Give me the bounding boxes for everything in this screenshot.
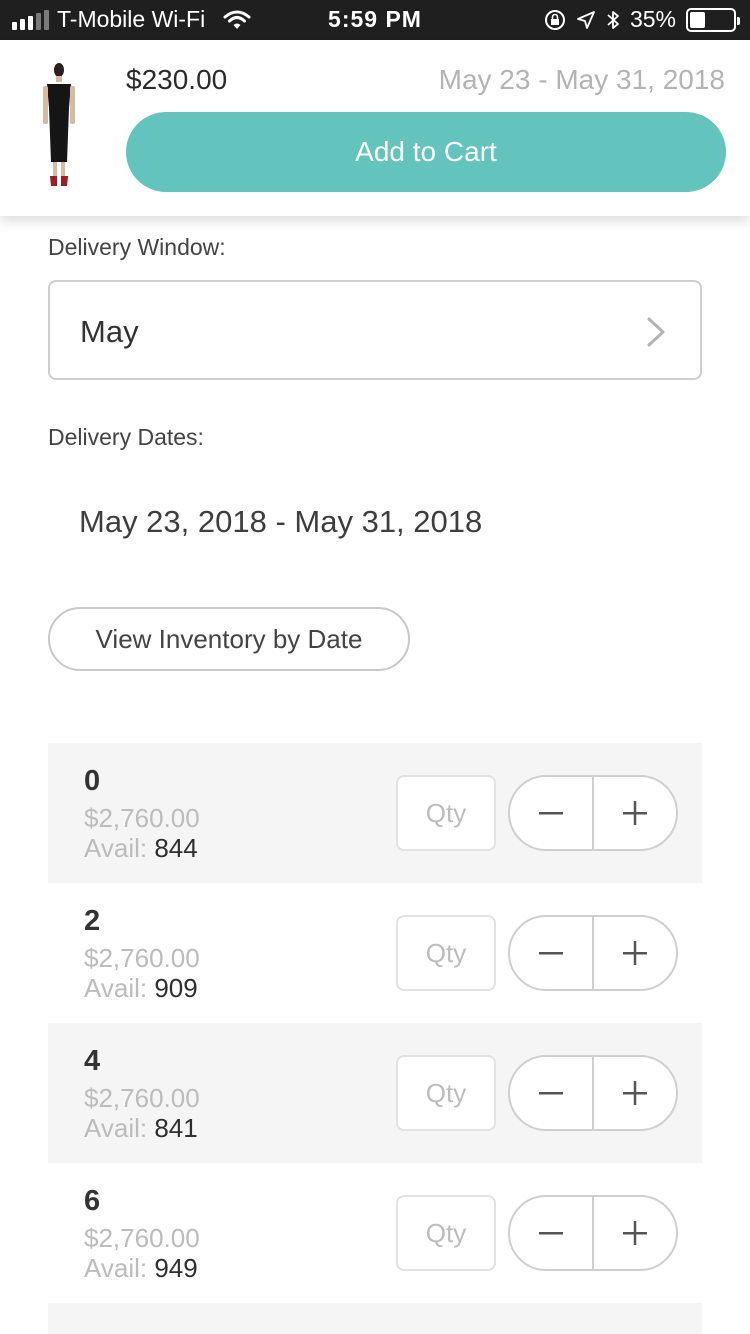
status-bar: T-Mobile Wi-Fi 5:59 PM 35% (0, 0, 750, 40)
orientation-lock-icon (544, 9, 565, 30)
delivery-window-select[interactable]: May (48, 280, 702, 380)
quantity-stepper (508, 1195, 678, 1271)
plus-icon (623, 941, 647, 965)
delivery-dates-value: May 23, 2018 - May 31, 2018 (79, 504, 483, 539)
delivery-dates-label: Delivery Dates: (48, 424, 204, 450)
plus-icon (623, 1221, 647, 1245)
header-date-range: May 23 - May 31, 2018 (438, 64, 725, 95)
increment-button[interactable] (594, 1057, 676, 1129)
avail-count: 844 (154, 833, 198, 863)
battery-icon (686, 7, 740, 32)
avail-label: Avail: (84, 833, 148, 863)
avail-label: Avail: (84, 973, 148, 1003)
quantity-stepper (508, 775, 678, 851)
variant-row: 6 $2,760.00 Avail: 949 (48, 1163, 702, 1303)
variant-price: $2,760.00 (84, 943, 200, 973)
bluetooth-icon (607, 10, 619, 29)
variant-availability: Avail: 909 (84, 973, 198, 1004)
minus-icon (539, 812, 563, 815)
quantity-stepper (508, 915, 678, 991)
increment-button[interactable] (594, 1197, 676, 1269)
delivery-window-label: Delivery Window: (48, 234, 226, 260)
product-price: $230.00 (126, 64, 228, 95)
variant-availability: Avail: 949 (84, 1253, 198, 1284)
status-right: 35% (544, 6, 740, 33)
variant-row (48, 1303, 702, 1334)
quantity-stepper (508, 1055, 678, 1131)
location-icon (577, 10, 595, 29)
decrement-button[interactable] (510, 917, 594, 989)
avail-count: 909 (154, 973, 198, 1003)
plus-icon (623, 1081, 647, 1105)
variant-size: 6 (84, 1185, 101, 1217)
add-to-cart-button[interactable]: Add to Cart (126, 112, 726, 192)
product-header: $230.00 May 23 - May 31, 2018 Add to Car… (0, 40, 750, 216)
minus-icon (539, 1232, 563, 1235)
avail-count: 949 (154, 1253, 198, 1283)
variant-row: 2 $2,760.00 Avail: 909 (48, 883, 702, 1023)
variant-list: 0 $2,760.00 Avail: 844 2 $2,760.00 Avail… (48, 743, 702, 1334)
variant-price: $2,760.00 (84, 1083, 200, 1113)
avail-count: 841 (154, 1113, 198, 1143)
delivery-window-value: May (80, 314, 139, 349)
variant-availability: Avail: 844 (84, 833, 198, 864)
decrement-button[interactable] (510, 777, 594, 849)
chevron-right-icon (647, 317, 665, 347)
variant-price: $2,760.00 (84, 1223, 200, 1253)
variant-size: 0 (84, 765, 101, 797)
variant-size: 4 (84, 1045, 101, 1077)
product-thumbnail[interactable] (34, 62, 84, 190)
decrement-button[interactable] (510, 1197, 594, 1269)
qty-input[interactable] (396, 1055, 496, 1131)
variant-price: $2,760.00 (84, 803, 200, 833)
battery-percent: 35% (629, 6, 676, 32)
variant-row: 4 $2,760.00 Avail: 841 (48, 1023, 702, 1163)
variant-availability: Avail: 841 (84, 1113, 198, 1144)
increment-button[interactable] (594, 777, 676, 849)
increment-button[interactable] (594, 917, 676, 989)
avail-label: Avail: (84, 1253, 148, 1283)
qty-input[interactable] (396, 775, 496, 851)
qty-input[interactable] (396, 1195, 496, 1271)
qty-input[interactable] (396, 915, 496, 991)
plus-icon (623, 801, 647, 825)
variant-row: 0 $2,760.00 Avail: 844 (48, 743, 702, 883)
minus-icon (539, 952, 563, 955)
decrement-button[interactable] (510, 1057, 594, 1129)
variant-size: 2 (84, 905, 101, 937)
view-inventory-by-date-button[interactable]: View Inventory by Date (48, 607, 410, 671)
minus-icon (539, 1092, 563, 1095)
avail-label: Avail: (84, 1113, 148, 1143)
